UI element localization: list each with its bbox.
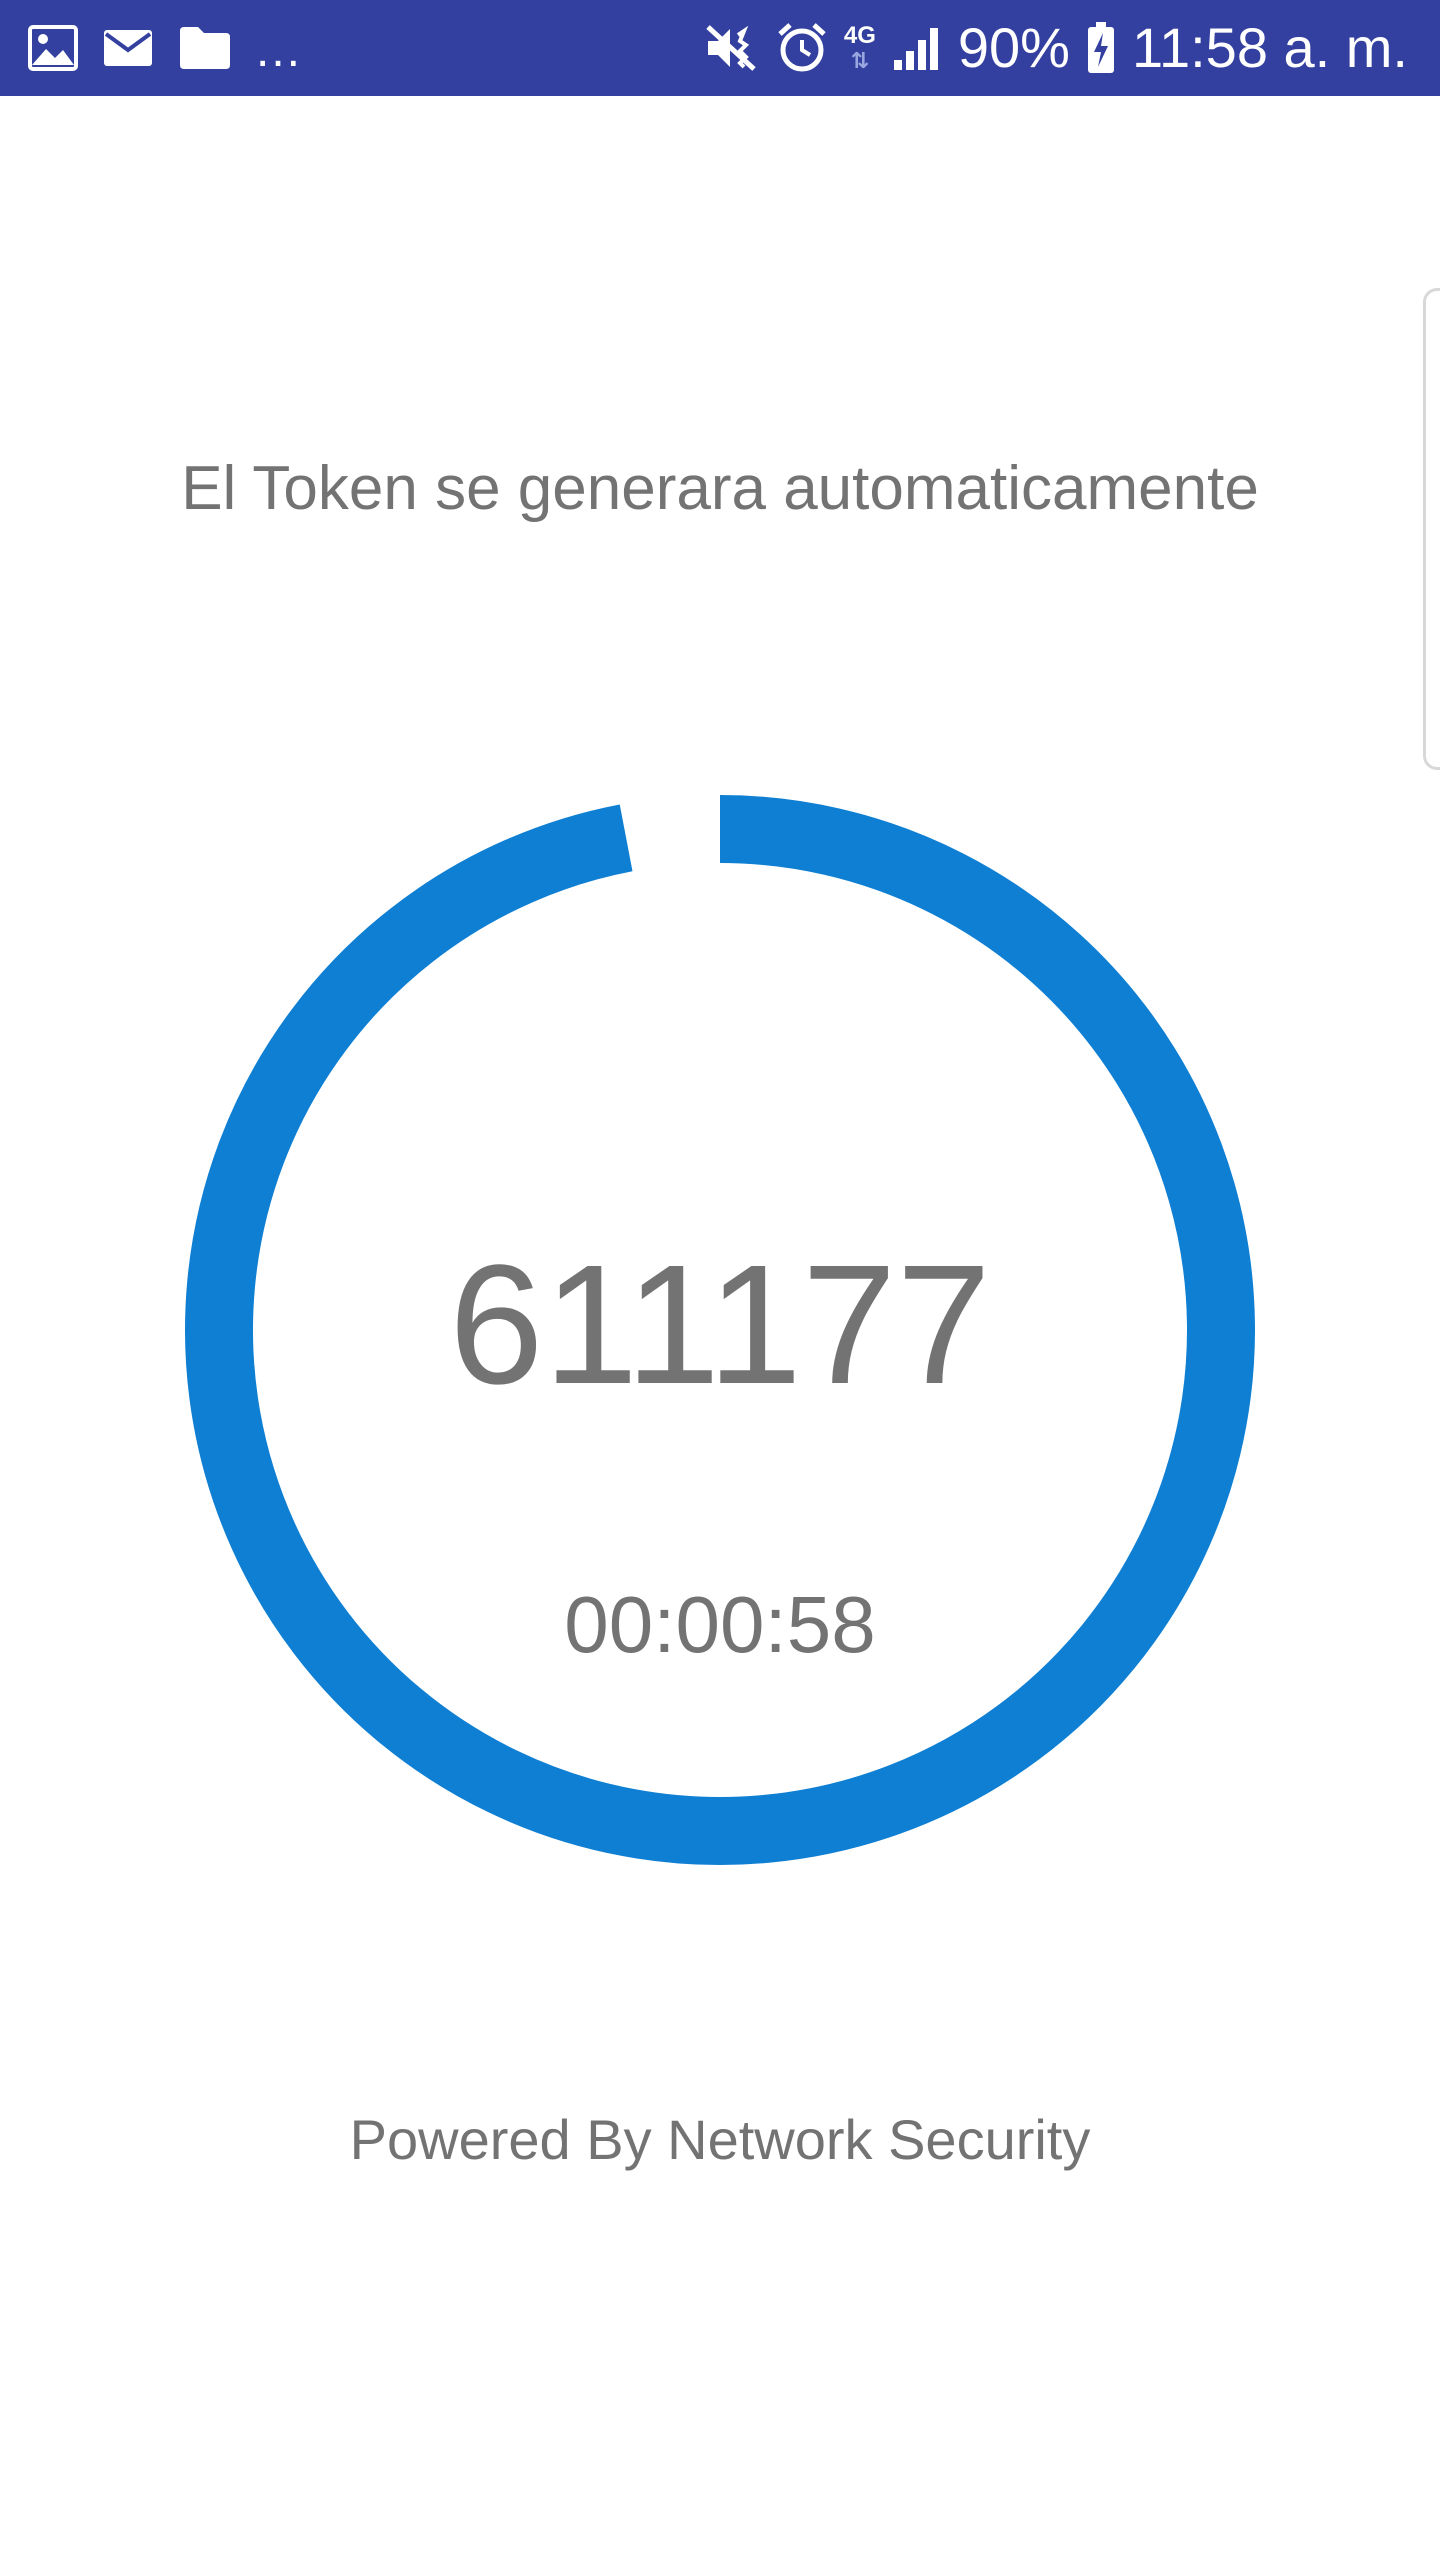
network-4g-icon: 4G ⇅ <box>844 24 876 72</box>
battery-charging-icon <box>1086 21 1116 75</box>
status-bar-system: 4G ⇅ 90% 11:58 a. m. <box>704 0 1408 96</box>
edge-panel-handle[interactable] <box>1423 288 1440 770</box>
token-code: 611177 <box>448 1230 992 1420</box>
token-headline: El Token se generara automaticamente <box>181 454 1259 523</box>
powered-by-footer: Powered By Network Security <box>349 2108 1091 2171</box>
folder-icon <box>178 25 232 71</box>
battery-percent: 90% <box>957 16 1070 79</box>
gallery-icon <box>28 25 78 71</box>
signal-icon <box>892 24 942 72</box>
email-icon <box>102 26 154 70</box>
countdown-timer: 00:00:58 <box>564 1580 876 1669</box>
network-type-label: 4G <box>843 22 876 49</box>
more-notifications-indicator: ... <box>256 24 303 77</box>
clock: 11:58 a. m. <box>1131 16 1408 79</box>
alarm-icon <box>776 22 828 74</box>
status-bar: ... 4G ⇅ 90% 11:58 a. m. <box>0 0 1440 96</box>
mute-vibrate-icon <box>704 23 760 73</box>
status-bar-notifications: ... <box>28 0 302 96</box>
data-arrows-icon: ⇅ <box>850 48 870 73</box>
